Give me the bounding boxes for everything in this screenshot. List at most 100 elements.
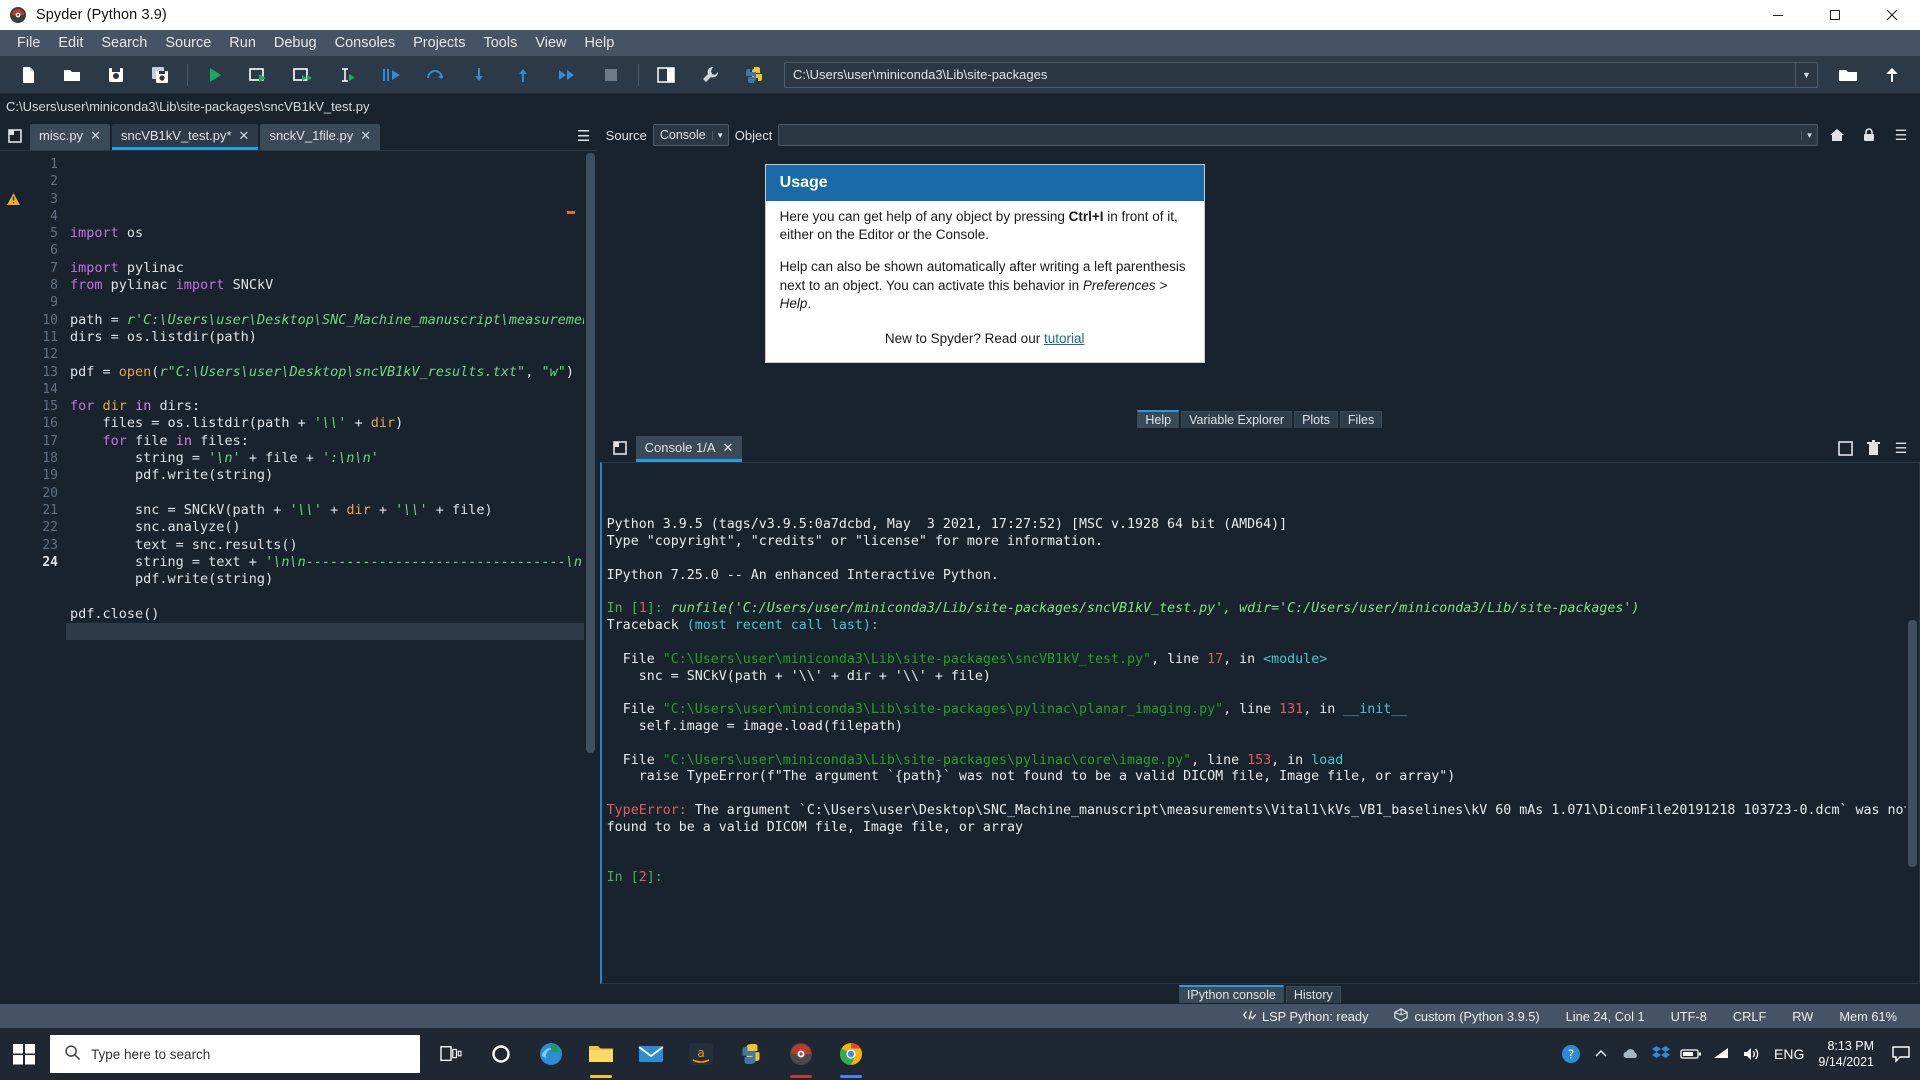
- tab-history[interactable]: History: [1285, 985, 1341, 1003]
- network-icon[interactable]: [1706, 1028, 1736, 1080]
- menu-projects[interactable]: Projects: [404, 31, 474, 55]
- warning-triangle-icon[interactable]: [0, 191, 26, 208]
- menu-consoles[interactable]: Consoles: [326, 31, 404, 55]
- debug-stop-icon[interactable]: [589, 58, 633, 92]
- battery-icon[interactable]: [1676, 1028, 1706, 1080]
- new-console-icon[interactable]: [1832, 434, 1858, 462]
- editor-tab-misc[interactable]: misc.py ✕: [30, 124, 110, 150]
- status-encoding-text: UTF-8: [1670, 1008, 1707, 1024]
- menu-edit[interactable]: Edit: [49, 31, 92, 55]
- run-cell-advance-icon[interactable]: [281, 58, 325, 92]
- parent-directory-icon[interactable]: [1870, 58, 1914, 92]
- preferences-icon[interactable]: [688, 58, 732, 92]
- options-hamburger-icon[interactable]: ☰: [571, 122, 597, 150]
- debug-step-over-icon[interactable]: [413, 58, 457, 92]
- notifications-icon[interactable]: [1884, 1028, 1918, 1080]
- cortana-icon[interactable]: [476, 1028, 526, 1080]
- scrollbar-thumb[interactable]: [585, 153, 595, 753]
- minimize-button[interactable]: [1749, 0, 1806, 30]
- python-idle-icon[interactable]: [726, 1028, 776, 1080]
- help-usage-card: Usage Here you can get help of any objec…: [764, 164, 1205, 364]
- menu-tools[interactable]: Tools: [474, 31, 526, 55]
- task-view-icon[interactable]: [426, 1028, 476, 1080]
- help-footer-prefix: New to Spyder? Read our: [884, 331, 1044, 347]
- save-all-icon[interactable]: [138, 58, 182, 92]
- spyder-icon[interactable]: [776, 1028, 826, 1080]
- status-interpreter[interactable]: custom (Python 3.9.5): [1381, 1007, 1552, 1025]
- menu-run[interactable]: Run: [220, 31, 265, 55]
- debug-step-into-icon[interactable]: [457, 58, 501, 92]
- browse-tabs-icon[interactable]: [2, 122, 30, 150]
- chevron-down-icon[interactable]: ▼: [1801, 130, 1817, 140]
- pythonpath-manager-icon[interactable]: [732, 58, 776, 92]
- run-file-icon[interactable]: [193, 58, 237, 92]
- show-hidden-icons-chevron[interactable]: [1586, 1028, 1616, 1080]
- menu-help[interactable]: Help: [576, 31, 624, 55]
- menu-source[interactable]: Source: [156, 31, 220, 55]
- scrollbar-thumb[interactable]: [1908, 619, 1917, 868]
- tab-help[interactable]: Help: [1137, 410, 1180, 428]
- help-source-value: Console: [659, 128, 706, 142]
- debug-continue-icon[interactable]: [545, 58, 589, 92]
- save-file-icon[interactable]: [94, 58, 138, 92]
- editor-vertical-scrollbar[interactable]: [583, 151, 597, 1004]
- editor-tab-sncvb1kv-test[interactable]: sncVB1kV_test.py* ✕: [111, 124, 259, 150]
- help-source-combo[interactable]: Console ▼: [652, 124, 729, 146]
- maximize-button[interactable]: [1806, 0, 1863, 30]
- help-object-input[interactable]: ▼: [778, 124, 1818, 146]
- editor-code-area[interactable]: 12345678 9 10 11 12 13 14 15 16 17 18 19 20 21 22 23 …: [0, 150, 597, 1004]
- taskbar-search-box[interactable]: Type here to search: [50, 1035, 420, 1073]
- browse-directory-icon[interactable]: [1826, 58, 1870, 92]
- file-explorer-icon[interactable]: [576, 1028, 626, 1080]
- windows-start-icon[interactable]: [0, 1028, 48, 1080]
- help-circle-icon[interactable]: ?: [1556, 1028, 1586, 1080]
- menu-search[interactable]: Search: [92, 31, 156, 55]
- close-icon[interactable]: ✕: [239, 129, 250, 142]
- tab-ipython-console[interactable]: IPython console: [1178, 985, 1284, 1003]
- maximize-pane-icon[interactable]: [644, 58, 688, 92]
- editor-tab-snckv-1file[interactable]: snckV_1file.py ✕: [260, 124, 381, 150]
- close-icon[interactable]: ✕: [90, 129, 101, 142]
- help-toolbar: Source Console ▼ Object ▼ ☰: [599, 120, 1920, 150]
- taskbar-language[interactable]: ENG: [1766, 1028, 1812, 1080]
- menu-file[interactable]: File: [8, 31, 49, 55]
- run-cell-icon[interactable]: [237, 58, 281, 92]
- home-icon[interactable]: [1824, 122, 1850, 148]
- browse-tabs-icon[interactable]: [606, 434, 636, 462]
- console-tab-1a[interactable]: Console 1/A ✕: [635, 436, 743, 462]
- volume-icon[interactable]: [1736, 1028, 1766, 1080]
- tab-files[interactable]: Files: [1339, 410, 1383, 428]
- menu-debug[interactable]: Debug: [265, 31, 326, 55]
- amazon-icon[interactable]: a: [676, 1028, 726, 1080]
- debug-file-icon[interactable]: [369, 58, 413, 92]
- google-chrome-icon[interactable]: [826, 1028, 876, 1080]
- tutorial-link[interactable]: tutorial: [1044, 331, 1085, 346]
- run-selection-icon[interactable]: [325, 58, 369, 92]
- onedrive-cloud-icon[interactable]: [1616, 1028, 1646, 1080]
- new-file-icon[interactable]: [6, 58, 50, 92]
- console-output[interactable]: Python 3.9.5 (tags/v3.9.5:0a7dcbd, May 3…: [599, 462, 1920, 984]
- close-icon[interactable]: ✕: [360, 129, 371, 142]
- dropbox-icon[interactable]: [1646, 1028, 1676, 1080]
- debug-step-return-icon[interactable]: [501, 58, 545, 92]
- options-hamburger-icon[interactable]: ☰: [1888, 122, 1914, 148]
- close-icon[interactable]: ✕: [723, 440, 734, 456]
- lock-icon[interactable]: [1856, 122, 1882, 148]
- chevron-down-icon[interactable]: ▼: [1795, 62, 1817, 87]
- working-directory-combo[interactable]: C:\Users\user\miniconda3\Lib\site-packag…: [784, 61, 1818, 88]
- menu-view[interactable]: View: [526, 31, 575, 55]
- taskbar-clock[interactable]: 8:13 PM 9/14/2021: [1812, 1038, 1884, 1070]
- close-button[interactable]: [1863, 0, 1920, 30]
- open-file-icon[interactable]: [50, 58, 94, 92]
- options-hamburger-icon[interactable]: ☰: [1888, 434, 1914, 462]
- microsoft-edge-icon[interactable]: [526, 1028, 576, 1080]
- chevron-down-icon[interactable]: ▼: [711, 130, 728, 140]
- trash-icon[interactable]: [1860, 434, 1886, 462]
- mail-icon[interactable]: [626, 1028, 676, 1080]
- tab-plots[interactable]: Plots: [1294, 410, 1338, 428]
- editor-source-code[interactable]: import os import pylinac from pylinac imp…: [64, 151, 584, 1004]
- window-title-bar: Spyder (Python 3.9): [0, 0, 1920, 30]
- tab-variable-explorer[interactable]: Variable Explorer: [1181, 410, 1293, 428]
- status-lsp[interactable]: LSP Python: ready: [1229, 1008, 1381, 1025]
- console-vertical-scrollbar[interactable]: [1906, 465, 1918, 981]
